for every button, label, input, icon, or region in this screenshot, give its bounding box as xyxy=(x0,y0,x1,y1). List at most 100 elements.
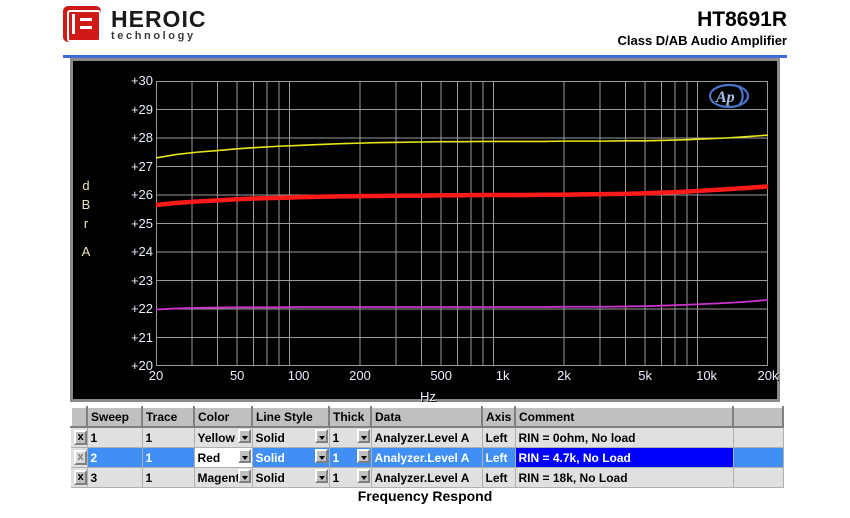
x-tick-label: 10k xyxy=(696,368,718,383)
cell-sweep[interactable]: 2 xyxy=(87,447,143,468)
col-header-spacer xyxy=(732,406,784,428)
table-header-row: Sweep Trace Color Line Style Thick Data … xyxy=(70,406,784,428)
x-axis-title: Hz xyxy=(420,389,436,404)
y-tick-label: +22 xyxy=(130,301,153,316)
x-tick-label: 5k xyxy=(638,368,653,383)
plot-svg xyxy=(156,81,768,366)
x-tick-label: 500 xyxy=(430,368,453,383)
cell-data[interactable]: Analyzer.Level A xyxy=(371,467,483,488)
page-header: HEROIC technology HT8691R Class D/AB Aud… xyxy=(0,0,850,52)
cell-color[interactable]: Yellow xyxy=(194,427,253,448)
chevron-down-icon[interactable] xyxy=(356,449,370,463)
cell-color-value: Yellow xyxy=(197,430,235,445)
cell-color[interactable]: Magenta xyxy=(194,467,253,488)
col-header-trace[interactable]: Trace xyxy=(141,406,195,428)
remove-trace-button-cell[interactable]: x xyxy=(71,467,88,488)
brand-logo: HEROIC technology xyxy=(63,6,206,44)
cell-trace[interactable]: 1 xyxy=(142,467,195,488)
cell-color[interactable]: Red xyxy=(194,447,253,468)
chevron-down-icon[interactable] xyxy=(314,429,328,443)
remove-trace-button-cell[interactable]: x xyxy=(71,447,88,468)
close-icon[interactable]: x xyxy=(74,470,86,485)
cell-spacer xyxy=(733,447,784,468)
trace-table[interactable]: Sweep Trace Color Line Style Thick Data … xyxy=(70,406,784,488)
y-tick-label: +29 xyxy=(130,101,153,117)
y-tick-label: +21 xyxy=(130,329,153,345)
x-tick-label: 1k xyxy=(495,368,510,383)
close-icon[interactable]: x xyxy=(74,430,86,445)
plot-area xyxy=(156,81,768,366)
part-number: HT8691R xyxy=(697,8,787,31)
col-header-color[interactable]: Color xyxy=(193,406,253,428)
part-subtitle: Class D/AB Audio Amplifier xyxy=(617,33,787,48)
col-header-line-style[interactable]: Line Style xyxy=(251,406,330,428)
document-title-block: HT8691R Class D/AB Audio Amplifier xyxy=(617,8,787,49)
table-body[interactable]: x 1 1 Yellow Solid 1 Analyzer.Level A Left RIN =… xyxy=(71,427,784,488)
cell-line-style-value: Solid xyxy=(255,430,285,445)
chevron-down-icon[interactable] xyxy=(314,449,328,463)
col-header-thick[interactable]: Thick xyxy=(328,406,372,428)
cell-sweep[interactable]: 1 xyxy=(87,427,143,448)
cell-thick[interactable]: 1 xyxy=(329,467,372,488)
cell-thick-value: 1 xyxy=(332,430,340,445)
chevron-down-icon[interactable] xyxy=(356,469,370,483)
cell-trace[interactable]: 1 xyxy=(142,447,195,468)
chart-panel: d B r A +20 +21 +22 +23 +24 +25 +26 +27 +28 +29 +3… xyxy=(70,58,783,404)
cell-thick-value: 1 xyxy=(332,450,340,465)
svg-text:Ap: Ap xyxy=(715,89,735,106)
cell-line-style[interactable]: Solid xyxy=(252,427,330,448)
cell-thick-value: 1 xyxy=(332,470,340,485)
y-tick-label: +26 xyxy=(130,187,153,202)
cell-data[interactable]: Analyzer.Level A xyxy=(371,427,483,448)
x-tick-label: 50 xyxy=(229,368,245,383)
chevron-down-icon[interactable] xyxy=(314,469,328,483)
x-tick-label: 20 xyxy=(148,368,164,383)
x-axis-ticks: 20 50 100 200 500 1k 2k 5k 10k 20k xyxy=(73,368,783,388)
cell-line-style-value: Solid xyxy=(255,470,285,485)
cell-trace[interactable]: 1 xyxy=(142,427,195,448)
cell-thick[interactable]: 1 xyxy=(329,447,372,468)
heroic-seal-icon xyxy=(63,6,103,44)
cell-data[interactable]: Analyzer.Level A xyxy=(371,447,483,468)
brand-tagline: technology xyxy=(111,29,196,42)
y-tick-label: +28 xyxy=(130,130,153,145)
cell-axis[interactable]: Left xyxy=(482,427,516,448)
x-tick-label: 200 xyxy=(349,368,371,383)
y-tick-label: +27 xyxy=(130,158,153,174)
cell-comment[interactable]: RIN = 18k, No Load xyxy=(515,467,734,488)
cell-comment[interactable]: RIN = 4.7k, No Load xyxy=(515,447,734,468)
cell-axis[interactable]: Left xyxy=(482,467,516,488)
cell-thick[interactable]: 1 xyxy=(329,427,372,448)
brand-name: HEROIC xyxy=(111,5,207,32)
col-header-data[interactable]: Data xyxy=(370,406,483,428)
y-axis-ticks: +20 +21 +22 +23 +24 +25 +26 +27 +28 +29 +30 xyxy=(91,61,153,391)
cell-line-style[interactable]: Solid xyxy=(252,467,330,488)
figure-caption: Frequency Respond xyxy=(357,488,493,504)
chevron-down-icon[interactable] xyxy=(237,469,251,483)
remove-trace-button-cell[interactable]: x xyxy=(71,427,88,448)
close-icon[interactable]: x xyxy=(74,450,86,465)
cell-sweep[interactable]: 3 xyxy=(87,467,143,488)
table-row[interactable]: x 2 1 Red Solid 1 Analyzer.Level A Left RIN = 4.… xyxy=(71,447,784,468)
table-row[interactable]: x 1 1 Yellow Solid 1 Analyzer.Level A Left RIN =… xyxy=(71,427,784,448)
y-tick-label: +25 xyxy=(130,215,153,231)
col-header-close[interactable] xyxy=(70,406,88,428)
cell-spacer xyxy=(733,467,784,488)
x-tick-label: 20k xyxy=(757,368,779,383)
x-tick-label: 2k xyxy=(557,368,571,383)
col-header-sweep[interactable]: Sweep xyxy=(86,406,143,428)
trace-table-wrap[interactable]: Sweep Trace Color Line Style Thick Data … xyxy=(70,406,784,488)
audio-precision-logo-icon: Ap xyxy=(708,83,750,109)
cell-comment[interactable]: RIN = 0ohm, No load xyxy=(515,427,734,448)
col-header-comment[interactable]: Comment xyxy=(514,406,734,428)
cell-spacer xyxy=(733,427,784,448)
chevron-down-icon[interactable] xyxy=(237,449,251,463)
y-tick-label: +23 xyxy=(130,272,153,288)
col-header-axis[interactable]: Axis xyxy=(481,406,516,428)
table-row[interactable]: x 3 1 Magenta Solid 1 Analyzer.Level A Left RIN … xyxy=(71,467,784,488)
cell-axis[interactable]: Left xyxy=(482,447,516,468)
chevron-down-icon[interactable] xyxy=(237,429,251,443)
cell-line-style[interactable]: Solid xyxy=(252,447,330,468)
y-tick-label: +24 xyxy=(130,244,153,259)
chevron-down-icon[interactable] xyxy=(356,429,370,443)
